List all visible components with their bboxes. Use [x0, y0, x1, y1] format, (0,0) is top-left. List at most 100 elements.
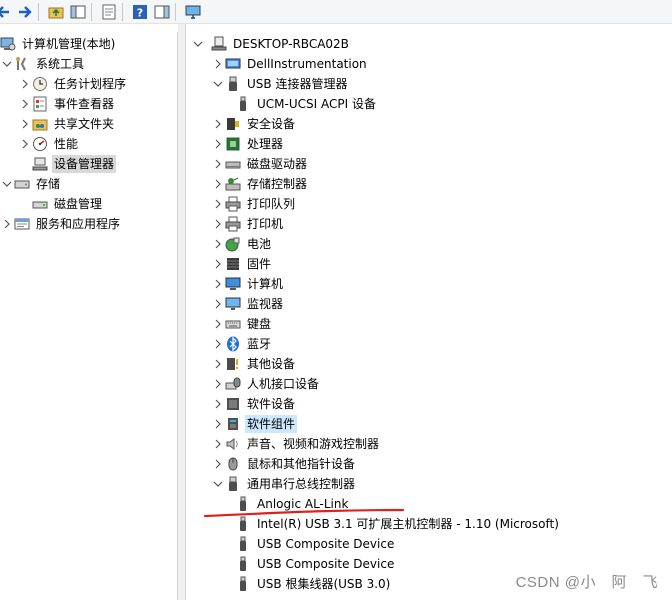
tree-item-label: 服务和应用程序 — [36, 217, 121, 231]
device-item[interactable]: UCM-UCSI ACPI 设备 — [235, 94, 378, 114]
device-category[interactable]: DellInstrumentation — [211, 54, 369, 74]
computer-root-icon — [211, 36, 227, 52]
chevron-right-icon[interactable] — [211, 194, 225, 214]
shared-folder-icon — [32, 116, 48, 132]
back-icon[interactable] — [0, 3, 12, 21]
svg-text:?: ? — [137, 6, 143, 19]
device-category[interactable]: 其他设备 — [211, 354, 297, 374]
help-icon[interactable]: ? — [131, 3, 149, 21]
chevron-down-icon[interactable] — [0, 174, 14, 194]
chevron-right-icon[interactable] — [211, 394, 225, 414]
tree-item-label: 事件查看器 — [54, 97, 115, 111]
show-hide-tree-icon[interactable] — [69, 3, 87, 21]
properties-icon[interactable] — [100, 3, 118, 21]
chevron-down-icon[interactable] — [211, 74, 225, 94]
device-category[interactable]: 固件 — [211, 254, 273, 274]
tree-item-shared-folders[interactable]: 共享文件夹 — [18, 114, 116, 134]
device-category[interactable]: 存储控制器 — [211, 174, 309, 194]
chevron-down-icon[interactable] — [211, 474, 225, 494]
device-label: UCM-UCSI ACPI 设备 — [257, 97, 376, 111]
tree-item-device-manager[interactable]: 设备管理器 — [32, 154, 117, 174]
device-category[interactable]: 安全设备 — [211, 114, 297, 134]
chevron-right-icon[interactable] — [211, 454, 225, 474]
chevron-right-icon[interactable] — [211, 134, 225, 154]
chevron-right-icon[interactable] — [211, 434, 225, 454]
device-category[interactable]: 软件设备 — [211, 394, 297, 414]
device-label: 蓝牙 — [247, 337, 272, 351]
chevron-right-icon[interactable] — [211, 254, 225, 274]
action-pane-icon[interactable] — [153, 3, 171, 21]
chevron-right-icon[interactable] — [211, 54, 225, 74]
chevron-right-icon[interactable] — [211, 414, 225, 434]
tree-item-storage[interactable]: 存储 — [0, 174, 62, 194]
chevron-right-icon[interactable] — [18, 114, 32, 134]
tree-item-system-tools[interactable]: 系统工具 — [0, 54, 86, 74]
chevron-right-icon[interactable] — [211, 274, 225, 294]
chevron-right-icon[interactable] — [211, 334, 225, 354]
toolbar-separator — [175, 2, 176, 21]
chevron-right-icon[interactable] — [211, 234, 225, 254]
pane-splitter[interactable] — [178, 24, 186, 600]
device-label: 软件组件 — [245, 415, 298, 433]
device-category[interactable]: USB 连接器管理器 — [211, 74, 349, 94]
tree-item-label: 计算机管理(本地) — [22, 37, 116, 51]
device-category[interactable]: 人机接口设备 — [211, 374, 321, 394]
device-category[interactable]: 键盘 — [211, 314, 273, 334]
tree-item-performance[interactable]: 性能 — [18, 134, 80, 154]
device-category[interactable]: 声音、视频和游戏控制器 — [211, 434, 381, 454]
chevron-right-icon[interactable] — [18, 134, 32, 154]
chevron-right-icon[interactable] — [211, 114, 225, 134]
device-item[interactable]: USB 根集线器(USB 3.0) — [235, 574, 392, 594]
chevron-right-icon[interactable] — [0, 214, 14, 234]
device-category[interactable]: 监视器 — [211, 294, 285, 314]
tree-item-services-apps[interactable]: 服务和应用程序 — [0, 214, 122, 234]
tree-item-label: 共享文件夹 — [54, 117, 115, 131]
tree-item-task-scheduler[interactable]: 任务计划程序 — [18, 74, 128, 94]
device-category[interactable]: 打印队列 — [211, 194, 297, 214]
chevron-right-icon[interactable] — [211, 214, 225, 234]
device-category[interactable]: 电池 — [211, 234, 273, 254]
keyboard-icon — [225, 316, 241, 332]
device-label: 打印机 — [247, 217, 284, 231]
device-category[interactable]: 处理器 — [211, 134, 285, 154]
usb-connector-icon — [225, 476, 241, 492]
toolbar-separator — [122, 2, 123, 21]
security-device-icon — [225, 116, 241, 132]
device-category[interactable]: 鼠标和其他指针设备 — [211, 454, 357, 474]
chevron-right-icon[interactable] — [211, 354, 225, 374]
usb-plug-icon — [235, 556, 251, 572]
device-label: 安全设备 — [247, 117, 296, 131]
chevron-right-icon[interactable] — [211, 294, 225, 314]
tree-item-label: 系统工具 — [36, 57, 85, 71]
chevron-right-icon[interactable] — [211, 314, 225, 334]
device-category[interactable]: 磁盘驱动器 — [211, 154, 309, 174]
up-folder-icon[interactable] — [47, 3, 65, 21]
device-category[interactable]: 打印机 — [211, 214, 285, 234]
bluetooth-icon — [225, 336, 241, 352]
chevron-right-icon[interactable] — [18, 74, 32, 94]
console-tree: 计算机管理(本地) 系统工具 任务计划程序 事件查看器 共享文件夹 性能 设备管… — [0, 32, 178, 600]
device-category[interactable]: 蓝牙 — [211, 334, 273, 354]
tools-icon — [14, 56, 30, 72]
device-tree-root[interactable]: DESKTOP-RBCA02B — [191, 34, 351, 54]
speaker-icon — [225, 436, 241, 452]
chevron-right-icon[interactable] — [211, 374, 225, 394]
tree-item-event-viewer[interactable]: 事件查看器 — [18, 94, 116, 114]
device-item[interactable]: USB Composite Device — [235, 534, 396, 554]
forward-icon[interactable] — [16, 3, 34, 21]
chevron-down-icon[interactable] — [191, 34, 205, 54]
device-category[interactable]: 软件组件 — [211, 414, 298, 434]
device-item[interactable]: USB Composite Device — [235, 554, 396, 574]
tree-item-computer-management[interactable]: 计算机管理(本地) — [0, 34, 117, 54]
tree-item-disk-management[interactable]: 磁盘管理 — [32, 194, 104, 214]
chevron-right-icon[interactable] — [18, 94, 32, 114]
printer-icon — [225, 196, 241, 212]
device-label: USB 根集线器(USB 3.0) — [257, 577, 391, 591]
chevron-right-icon[interactable] — [211, 154, 225, 174]
chevron-down-icon[interactable] — [0, 54, 14, 74]
device-label: 存储控制器 — [247, 177, 308, 191]
device-category[interactable]: 计算机 — [211, 274, 285, 294]
monitor-icon[interactable] — [184, 3, 202, 21]
chevron-right-icon[interactable] — [211, 174, 225, 194]
device-category[interactable]: 通用串行总线控制器 — [211, 474, 357, 494]
